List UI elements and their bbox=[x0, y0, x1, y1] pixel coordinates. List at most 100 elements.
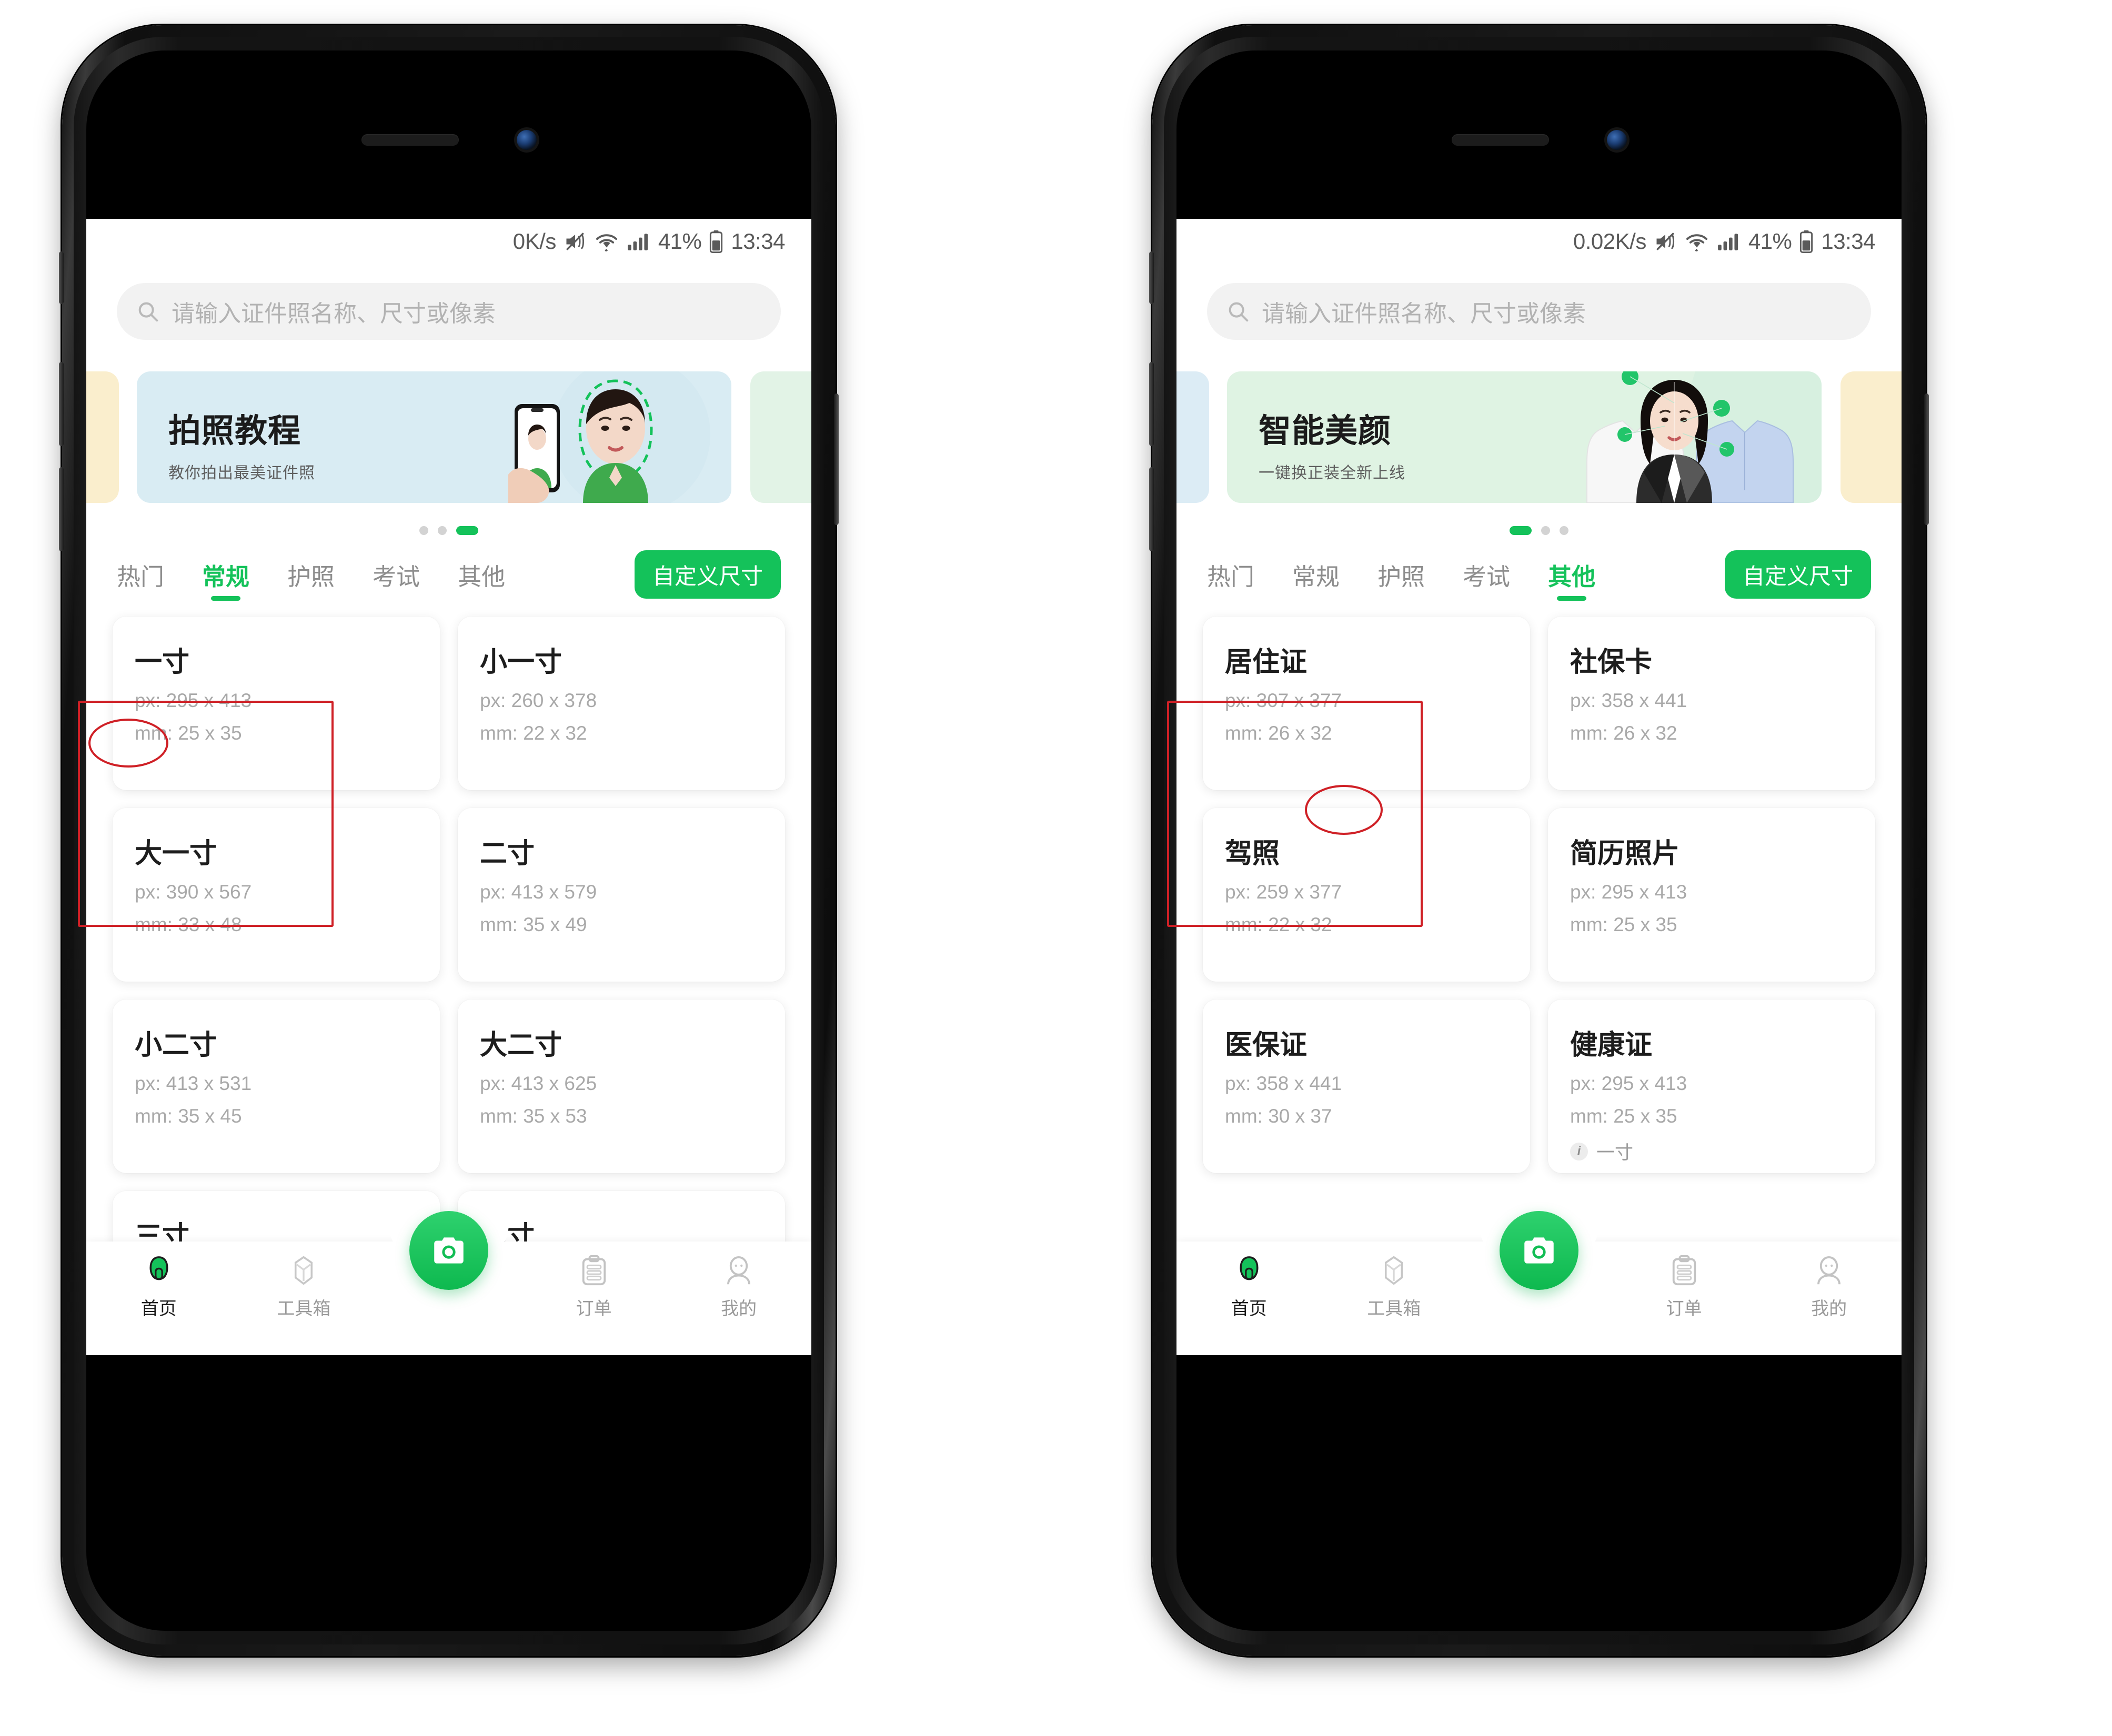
tab-常规[interactable]: 常规 bbox=[183, 550, 268, 599]
bottom-navigation: 首页 工具箱 订单 我的 bbox=[1176, 1211, 1902, 1355]
network-speed: 0.02K/s bbox=[1573, 229, 1646, 254]
nav-item-工具箱[interactable]: 工具箱 bbox=[232, 1242, 377, 1320]
size-card-mm: mm: 35 x 45 bbox=[135, 1105, 242, 1127]
carousel-dot-2[interactable] bbox=[1560, 526, 1568, 535]
banner-peek-left[interactable] bbox=[1176, 371, 1209, 503]
banner-slide-active[interactable]: 拍照教程 教你拍出最美证件照 bbox=[137, 371, 731, 503]
power-button[interactable] bbox=[1924, 393, 1929, 525]
camera-button[interactable] bbox=[1499, 1211, 1578, 1290]
banner-title: 拍照教程 bbox=[168, 413, 301, 449]
tab-label: 考试 bbox=[373, 563, 420, 590]
size-card[interactable]: 简历照片 px: 295 x 413 mm: 25 x 35 bbox=[1548, 808, 1875, 982]
size-card-mm: mm: 22 x 32 bbox=[480, 722, 587, 744]
carousel-dot-0[interactable] bbox=[1510, 526, 1532, 535]
carousel-dot-2[interactable] bbox=[456, 526, 478, 535]
tab-其他[interactable]: 其他 bbox=[1529, 550, 1614, 599]
size-card-title: 二寸 bbox=[480, 839, 535, 869]
tab-其他[interactable]: 其他 bbox=[439, 550, 524, 599]
tab-常规[interactable]: 常规 bbox=[1273, 550, 1359, 599]
carousel-dots bbox=[1176, 524, 1902, 537]
carousel-dot-1[interactable] bbox=[438, 526, 447, 535]
mute-icon bbox=[1654, 230, 1677, 253]
front-camera-icon bbox=[1606, 130, 1627, 150]
tab-考试[interactable]: 考试 bbox=[354, 550, 439, 599]
size-grid-scroll[interactable]: 居住证 px: 307 x 377 mm: 26 x 32 社保卡 px: 35… bbox=[1176, 617, 1902, 1173]
carousel-dot-0[interactable] bbox=[419, 526, 428, 535]
banner-title: 智能美颜 bbox=[1259, 413, 1392, 449]
banner-peek-right[interactable] bbox=[750, 371, 811, 503]
phone-bezel: 0.02K/s 41% 13:34 请输入证件照名称、尺寸或像素 智能美颜 一键… bbox=[1164, 37, 1914, 1644]
size-card[interactable]: 大一寸 px: 390 x 567 mm: 33 x 48 bbox=[113, 808, 440, 982]
custom-size-button[interactable]: 自定义尺寸 bbox=[1724, 550, 1871, 599]
tab-护照[interactable]: 护照 bbox=[268, 550, 354, 599]
search-placeholder: 请输入证件照名称、尺寸或像素 bbox=[1262, 301, 1586, 327]
tab-护照[interactable]: 护照 bbox=[1359, 550, 1444, 599]
tab-label: 护照 bbox=[1377, 563, 1425, 590]
nav-item-首页[interactable]: 首页 bbox=[1176, 1242, 1322, 1320]
tab-考试[interactable]: 考试 bbox=[1444, 550, 1529, 599]
tab-热门[interactable]: 热门 bbox=[117, 550, 183, 599]
custom-size-button[interactable]: 自定义尺寸 bbox=[634, 550, 781, 599]
banner-carousel[interactable]: 拍照教程 教你拍出最美证件照 bbox=[86, 361, 811, 513]
size-card-px: px: 307 x 377 bbox=[1225, 690, 1342, 711]
mute-icon bbox=[564, 230, 587, 253]
size-card[interactable]: 居住证 px: 307 x 377 mm: 26 x 32 bbox=[1203, 617, 1530, 790]
size-card[interactable]: 社保卡 px: 358 x 441 mm: 26 x 32 bbox=[1548, 617, 1875, 790]
signal-icon bbox=[1717, 230, 1741, 253]
size-card[interactable]: 健康证 px: 295 x 413 mm: 25 x 35 i 一寸 bbox=[1548, 1000, 1875, 1173]
size-card[interactable]: 医保证 px: 358 x 441 mm: 30 x 37 bbox=[1203, 1000, 1530, 1173]
size-card[interactable]: 二寸 px: 413 x 579 mm: 35 x 49 bbox=[458, 808, 785, 982]
size-card-px: px: 295 x 413 bbox=[1570, 1073, 1687, 1094]
silent-switch[interactable] bbox=[1149, 251, 1154, 304]
clock-time: 13:34 bbox=[731, 229, 785, 254]
home-icon bbox=[143, 1254, 175, 1287]
nav-item-首页[interactable]: 首页 bbox=[86, 1242, 232, 1320]
banner-carousel[interactable]: 智能美颜 一键换正装全新上线 bbox=[1176, 361, 1902, 513]
silent-switch[interactable] bbox=[59, 251, 64, 304]
front-camera-icon bbox=[516, 130, 537, 150]
size-card-title: 社保卡 bbox=[1570, 647, 1653, 678]
size-grid: 居住证 px: 307 x 377 mm: 26 x 32 社保卡 px: 35… bbox=[1203, 617, 1875, 1173]
volume-down-button[interactable] bbox=[59, 467, 64, 551]
screenshot-canvas: 0K/s 41% 13:34 请输入证件照名称、尺寸或像素 拍照教程 教你拍出最… bbox=[0, 0, 2112, 1736]
size-card[interactable]: 小一寸 px: 260 x 378 mm: 22 x 32 bbox=[458, 617, 785, 790]
info-icon: i bbox=[1570, 1142, 1588, 1160]
nav-item-label: 首页 bbox=[1231, 1299, 1267, 1319]
banner-peek-left[interactable] bbox=[86, 371, 119, 503]
banner-text: 拍照教程 教你拍出最美证件照 bbox=[168, 404, 315, 483]
battery-icon bbox=[1799, 230, 1814, 253]
size-card[interactable]: 一寸 px: 295 x 413 mm: 25 x 35 bbox=[113, 617, 440, 790]
size-card-mm: mm: 25 x 35 bbox=[1570, 1105, 1677, 1127]
camera-button[interactable] bbox=[409, 1211, 488, 1290]
app-viewport: 0K/s 41% 13:34 请输入证件照名称、尺寸或像素 拍照教程 教你拍出最… bbox=[86, 219, 811, 1355]
search-input[interactable]: 请输入证件照名称、尺寸或像素 bbox=[1207, 283, 1871, 340]
nav-item-label: 订单 bbox=[576, 1299, 612, 1319]
volume-up-button[interactable] bbox=[59, 362, 64, 446]
carousel-dot-1[interactable] bbox=[1541, 526, 1550, 535]
size-card-mm: mm: 26 x 32 bbox=[1570, 722, 1677, 744]
nav-item-订单[interactable]: 订单 bbox=[1612, 1242, 1757, 1320]
banner-track: 拍照教程 教你拍出最美证件照 bbox=[86, 361, 811, 513]
power-button[interactable] bbox=[834, 393, 839, 525]
tab-热门[interactable]: 热门 bbox=[1207, 550, 1273, 599]
nav-item-我的[interactable]: 我的 bbox=[1756, 1242, 1902, 1320]
nav-item-我的[interactable]: 我的 bbox=[666, 1242, 811, 1320]
search-input[interactable]: 请输入证件照名称、尺寸或像素 bbox=[117, 283, 781, 340]
app-viewport: 0.02K/s 41% 13:34 请输入证件照名称、尺寸或像素 智能美颜 一键… bbox=[1176, 219, 1902, 1355]
size-card-mm: mm: 30 x 37 bbox=[1225, 1105, 1332, 1127]
search-icon bbox=[136, 299, 160, 324]
size-card[interactable]: 小二寸 px: 413 x 531 mm: 35 x 45 bbox=[113, 1000, 440, 1173]
banner-text: 智能美颜 一键换正装全新上线 bbox=[1259, 404, 1405, 483]
size-card[interactable]: 大二寸 px: 413 x 625 mm: 35 x 53 bbox=[458, 1000, 785, 1173]
size-card-px: px: 390 x 567 bbox=[135, 881, 252, 903]
nav-item-订单[interactable]: 订单 bbox=[521, 1242, 667, 1320]
size-card-title: 居住证 bbox=[1225, 647, 1308, 678]
banner-peek-right[interactable] bbox=[1841, 371, 1902, 503]
nav-item-工具箱[interactable]: 工具箱 bbox=[1322, 1242, 1467, 1320]
nav-item-label: 工具箱 bbox=[277, 1299, 331, 1319]
wifi-icon bbox=[594, 230, 619, 253]
size-card[interactable]: 驾照 px: 259 x 377 mm: 22 x 32 bbox=[1203, 808, 1530, 982]
volume-down-button[interactable] bbox=[1149, 467, 1154, 551]
banner-slide-active[interactable]: 智能美颜 一键换正装全新上线 bbox=[1227, 371, 1822, 503]
volume-up-button[interactable] bbox=[1149, 362, 1154, 446]
